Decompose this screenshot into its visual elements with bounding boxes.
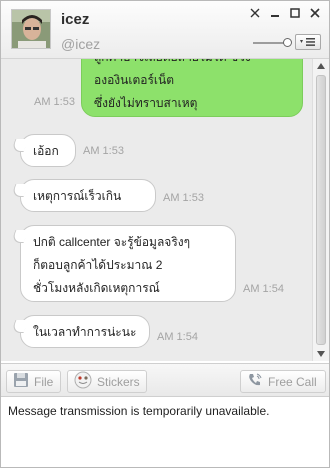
message-bubble-incoming[interactable]: เหตุการณ์เร็วเกิน bbox=[20, 179, 156, 212]
message-line: ปกติ callcenter จะรู้ข้อมูลจริงๆ bbox=[33, 235, 191, 249]
pin-icon[interactable] bbox=[247, 6, 263, 20]
message-input[interactable]: Message transmission is temporarily unav… bbox=[1, 398, 329, 467]
chat-header: icez @icez bbox=[1, 1, 329, 59]
file-icon bbox=[13, 372, 29, 391]
chat-window: icez @icez ององินเตอร์เน็ต ซึ่งยังไม่ทรา… bbox=[0, 0, 330, 468]
scroll-thumb[interactable] bbox=[316, 75, 326, 345]
message-line: ในเวลาทำการน่ะนะ bbox=[33, 325, 137, 339]
maximize-button[interactable] bbox=[287, 6, 303, 20]
message-line: เอ้อก bbox=[33, 144, 59, 158]
message-line: ถูกคำอาจเลยต่อสายไม่ได้ ช่วง bbox=[94, 59, 290, 69]
menu-button[interactable] bbox=[295, 34, 321, 50]
free-call-label: Free Call bbox=[268, 374, 317, 389]
slider-knob[interactable] bbox=[283, 38, 292, 47]
chat-toolbar: File Stickers Free Call bbox=[1, 363, 329, 397]
minimize-button[interactable] bbox=[267, 6, 283, 20]
message-bubble-incoming[interactable]: ในเวลาทำการน่ะนะ bbox=[20, 315, 150, 348]
scroll-up-arrow-icon[interactable] bbox=[313, 59, 329, 73]
contact-name: icez bbox=[61, 11, 90, 28]
message-list[interactable]: ถูกคำอาจเลยต่อสายไม่ได้ ช่วง ององินเตอร์… bbox=[1, 59, 329, 361]
message-timestamp: AM 1:53 bbox=[83, 145, 124, 157]
message-timestamp: AM 1:53 bbox=[34, 96, 75, 108]
stickers-button[interactable]: Stickers bbox=[67, 370, 147, 393]
message-line: ซึ่งยังไม่ทราบสาเหตุ bbox=[94, 96, 198, 110]
message-bubble-incoming[interactable]: ปกติ callcenter จะรู้ข้อมูลจริงๆ ก็ตอบลู… bbox=[20, 225, 236, 302]
sticker-icon bbox=[74, 371, 92, 392]
stickers-label: Stickers bbox=[97, 374, 140, 389]
close-button[interactable] bbox=[307, 6, 323, 20]
avatar[interactable] bbox=[11, 9, 51, 49]
message-bubble-incoming[interactable]: เอ้อก bbox=[20, 134, 76, 167]
message-line: ององินเตอร์เน็ต bbox=[94, 73, 174, 87]
message-timestamp: AM 1:53 bbox=[163, 192, 204, 204]
phone-icon bbox=[247, 372, 263, 391]
input-status-text: Message transmission is temporarily unav… bbox=[8, 404, 270, 418]
window-controls bbox=[247, 6, 323, 20]
message-timestamp: AM 1:54 bbox=[243, 283, 284, 295]
message-line: เหตุการณ์เร็วเกิน bbox=[33, 189, 122, 203]
message-bubble-outgoing[interactable]: ถูกคำอาจเลยต่อสายไม่ได้ ช่วง ององินเตอร์… bbox=[81, 59, 303, 117]
message-timestamp: AM 1:54 bbox=[157, 331, 198, 343]
message-line: ชั่วโมงหลังเกิดเหตุการณ์ bbox=[33, 281, 160, 295]
file-button[interactable]: File bbox=[6, 370, 61, 393]
file-label: File bbox=[34, 374, 54, 389]
message-line: ก็ตอบลูกค้าได้ประมาณ 2 bbox=[33, 258, 163, 272]
free-call-button[interactable]: Free Call bbox=[240, 370, 326, 393]
scroll-down-arrow-icon[interactable] bbox=[313, 347, 329, 361]
contact-handle: @icez bbox=[61, 36, 101, 52]
scrollbar[interactable] bbox=[312, 59, 329, 361]
